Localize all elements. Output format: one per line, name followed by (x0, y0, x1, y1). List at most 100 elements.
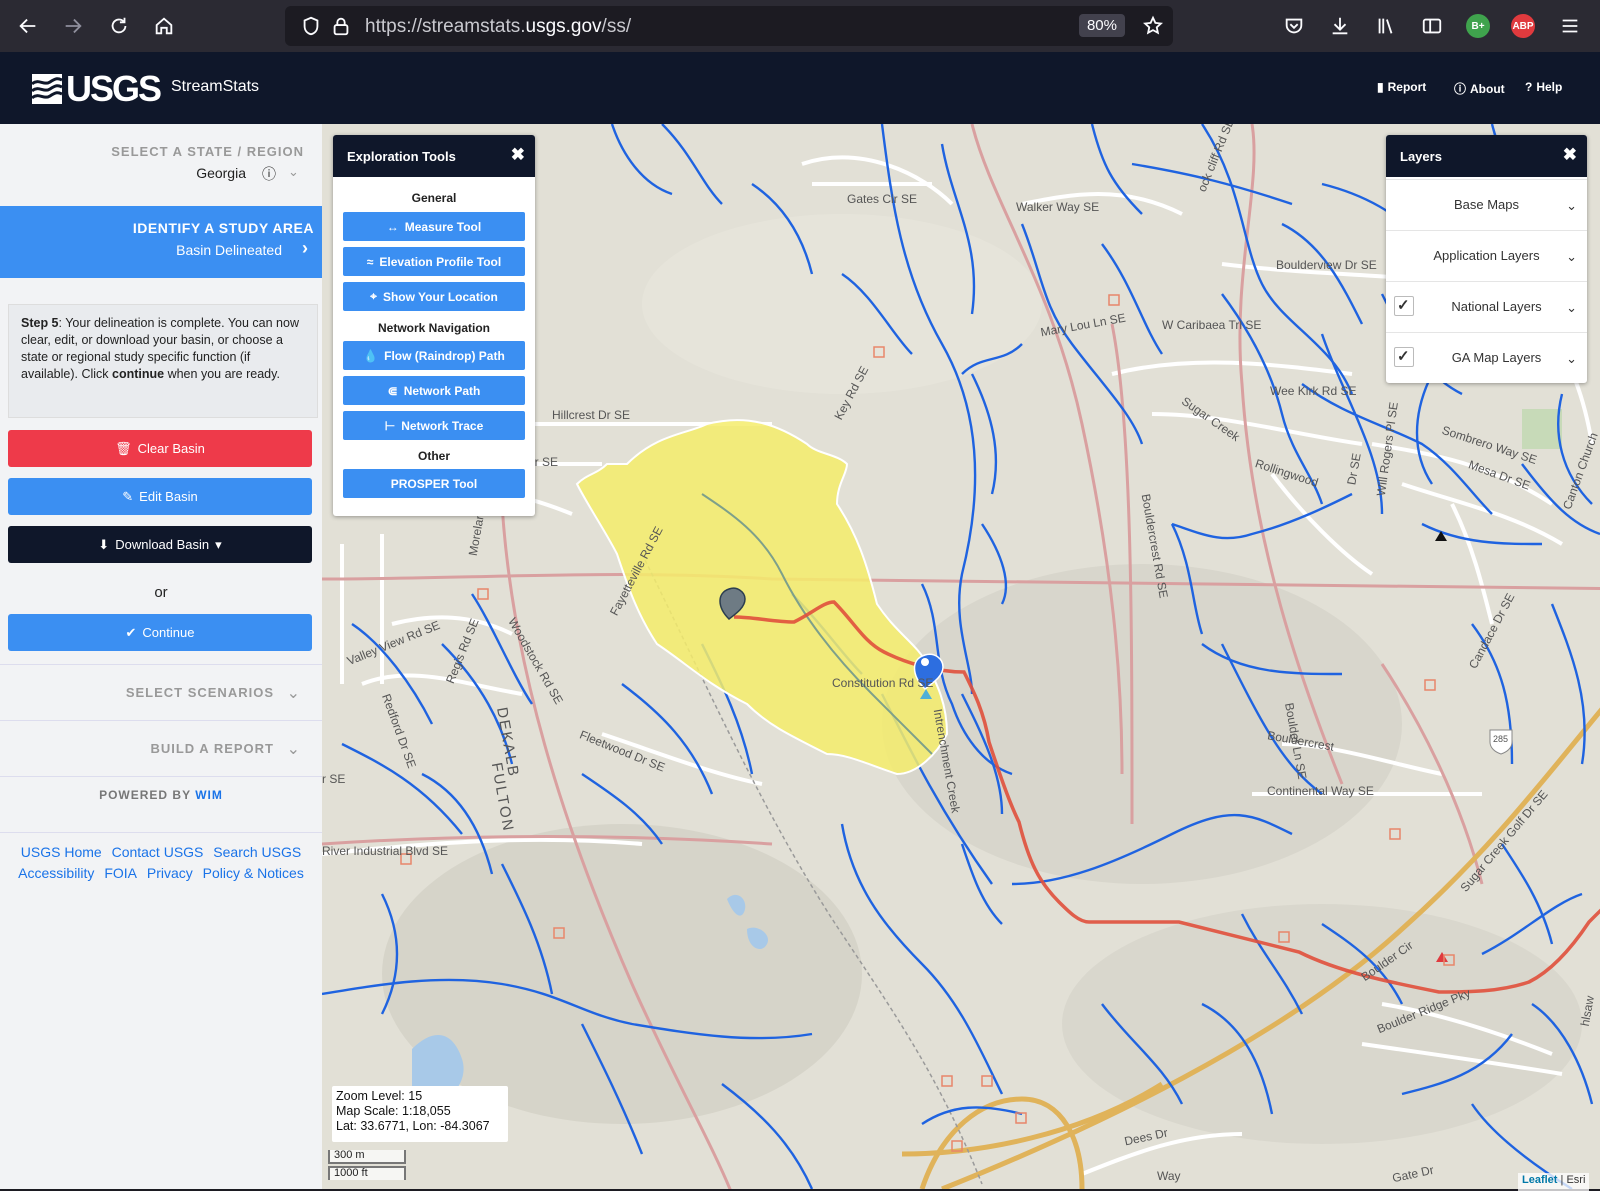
footer-divider (0, 832, 322, 833)
menu-icon[interactable] (1556, 12, 1584, 40)
edit-basin-button[interactable]: ✎ Edit Basin (8, 478, 312, 515)
scale-imperial: 1000 ft (328, 1166, 406, 1180)
state-selector[interactable]: SELECT A STATE / REGION Georgia ⓘ ⌄ (0, 124, 322, 207)
wim-link[interactable]: WIM (195, 788, 223, 802)
leaflet-link[interactable]: Leaflet (1522, 1174, 1557, 1186)
clear-basin-button[interactable]: 🗑 Clear Basin (8, 430, 312, 467)
footer-link-usgs-home[interactable]: USGS Home (21, 844, 102, 860)
nav-report[interactable]: ▮ Report (1377, 80, 1426, 94)
chevron-down-icon[interactable]: ⌄ (288, 164, 299, 180)
adblock-icon[interactable]: ABP (1511, 14, 1535, 38)
map-label: Hillcrest Dr SE (552, 408, 631, 422)
select-scenarios-label: SELECT SCENARIOS (125, 685, 274, 700)
sidebar-toggle-icon[interactable] (1418, 12, 1446, 40)
bookmark-star-icon[interactable] (1139, 12, 1167, 40)
raindrop-icon: 💧 (363, 348, 379, 363)
browser-toolbar: https://streamstats.usgs.gov/ss/ 80% B+ … (0, 0, 1600, 52)
study-area-section[interactable]: IDENTIFY A STUDY AREA Basin Delineated › (0, 206, 322, 278)
zoom-level-badge[interactable]: 80% (1078, 14, 1125, 37)
network-trace-button[interactable]: ⊢ Network Trace (343, 411, 525, 440)
info-icon: ⓘ (1454, 82, 1467, 96)
app-header: USGS StreamStats ▮ Report ⓘ About ? Help (0, 52, 1600, 124)
exploration-panel-header: Exploration Tools ✖ (333, 135, 535, 177)
footer-link-accessibility[interactable]: Accessibility (18, 865, 94, 881)
map-label: Continental Way SE (1267, 784, 1374, 798)
download-basin-button[interactable]: ⬇ Download Basin ▾ (8, 526, 312, 563)
library-icon[interactable] (1372, 12, 1400, 40)
help-icon: ? (1525, 80, 1533, 94)
map-label: r SE (322, 772, 346, 786)
layer-label: Application Layers (1433, 248, 1540, 263)
map-label: Way (1157, 1169, 1181, 1183)
layer-base-maps[interactable]: Base Maps ⌄ (1386, 179, 1587, 230)
chevron-down-icon: ⌄ (1566, 198, 1577, 213)
nav-help[interactable]: ? Help (1525, 80, 1562, 94)
network-path-button[interactable]: ⋐ Network Path (343, 376, 525, 405)
zoom-level-readout: Zoom Level: 15 (336, 1089, 423, 1103)
footer-link-search[interactable]: Search USGS (213, 844, 301, 860)
forward-icon[interactable] (59, 12, 87, 40)
layer-national[interactable]: ✓ National Layers ⌄ (1386, 281, 1587, 332)
crosshair-icon: ⌖ (370, 289, 377, 303)
layers-panel: Layers ✖ Base Maps ⌄ Application Layers … (1386, 135, 1587, 383)
close-icon[interactable]: ✖ (1563, 145, 1577, 165)
info-icon[interactable]: ⓘ (262, 164, 276, 184)
layer-ga-map[interactable]: ✓ GA Map Layers ⌄ (1386, 332, 1587, 383)
pocket-icon[interactable] (1280, 12, 1308, 40)
powered-section (0, 776, 322, 833)
coordinate-readout: Lat: 33.6771, Lon: -84.3067 (336, 1119, 490, 1133)
back-icon[interactable] (14, 12, 42, 40)
chevron-down-icon: ⌄ (1566, 351, 1577, 366)
build-report-section[interactable]: BUILD A REPORT ⌄ (0, 720, 322, 777)
usgs-wave-icon (32, 74, 62, 104)
continue-button[interactable]: ✔ Continue (8, 614, 312, 651)
prosper-tool-button[interactable]: PROSPER Tool (343, 469, 525, 498)
state-value[interactable]: Georgia (196, 165, 246, 181)
lock-icon[interactable] (327, 12, 355, 40)
map-label: Gates Cir SE (847, 192, 918, 206)
elevation-profile-button[interactable]: ≈ Elevation Profile Tool (343, 247, 525, 276)
measure-tool-button[interactable]: ↔ Measure Tool (343, 212, 525, 241)
layer-label: Base Maps (1453, 197, 1520, 212)
trash-icon: 🗑 (115, 440, 132, 456)
footer-link-contact[interactable]: Contact USGS (112, 844, 204, 860)
group-general: General (411, 191, 457, 205)
show-location-button[interactable]: ⌖ Show Your Location (343, 282, 525, 311)
flow-path-button[interactable]: 💧 Flow (Raindrop) Path (343, 341, 525, 370)
sidebar: SELECT A STATE / REGION Georgia ⓘ ⌄ IDEN… (0, 124, 323, 1189)
reload-icon[interactable] (105, 12, 133, 40)
chevron-right-icon: › (302, 238, 308, 258)
map-scale-bar: 300 m 1000 ft (328, 1150, 408, 1184)
close-icon[interactable]: ✖ (511, 145, 525, 165)
sitemap-icon: ⊢ (384, 418, 396, 433)
nav-about[interactable]: ⓘ About (1454, 80, 1505, 97)
footer-link-privacy[interactable]: Privacy (147, 865, 193, 881)
footer-link-policy[interactable]: Policy & Notices (203, 865, 304, 881)
layer-application[interactable]: Application Layers ⌄ (1386, 230, 1587, 281)
select-scenarios-section[interactable]: SELECT SCENARIOS ⌄ (0, 664, 322, 721)
map-scale-readout: Map Scale: 1:18,055 (336, 1104, 451, 1118)
chevron-down-icon: ⌄ (1566, 300, 1577, 315)
app-name[interactable]: StreamStats (171, 78, 259, 96)
group-other: Other (417, 449, 450, 463)
or-separator: or (154, 584, 168, 601)
report-icon: ▮ (1377, 80, 1384, 94)
extension-badge-icon[interactable]: B+ (1466, 14, 1490, 38)
scale-metric: 300 m (328, 1150, 406, 1164)
powered-by: POWERED BY WIM (99, 788, 223, 802)
download-icon[interactable] (1326, 12, 1354, 40)
measure-icon: ↔ (386, 219, 399, 234)
shield-icon[interactable] (297, 12, 325, 40)
chevron-down-icon: ⌄ (286, 741, 300, 758)
usgs-logo[interactable]: USGS (32, 68, 162, 109)
home-icon[interactable] (150, 12, 178, 40)
download-icon: ⬇ (98, 536, 110, 552)
chevron-down-icon: ⌄ (1566, 249, 1577, 264)
map-info-box: Zoom Level: 15 Map Scale: 1:18,055 Lat: … (332, 1086, 508, 1142)
map-label: Walker Way SE (1016, 200, 1100, 214)
caret-down-icon: ▾ (215, 536, 222, 552)
footer-link-foia[interactable]: FOIA (104, 865, 137, 881)
group-network-navigation: Network Navigation (377, 321, 491, 335)
map-label: Wee Kirk Rd SE (1270, 384, 1357, 398)
url-bar[interactable]: https://streamstats.usgs.gov/ss/ 80% (285, 6, 1173, 46)
